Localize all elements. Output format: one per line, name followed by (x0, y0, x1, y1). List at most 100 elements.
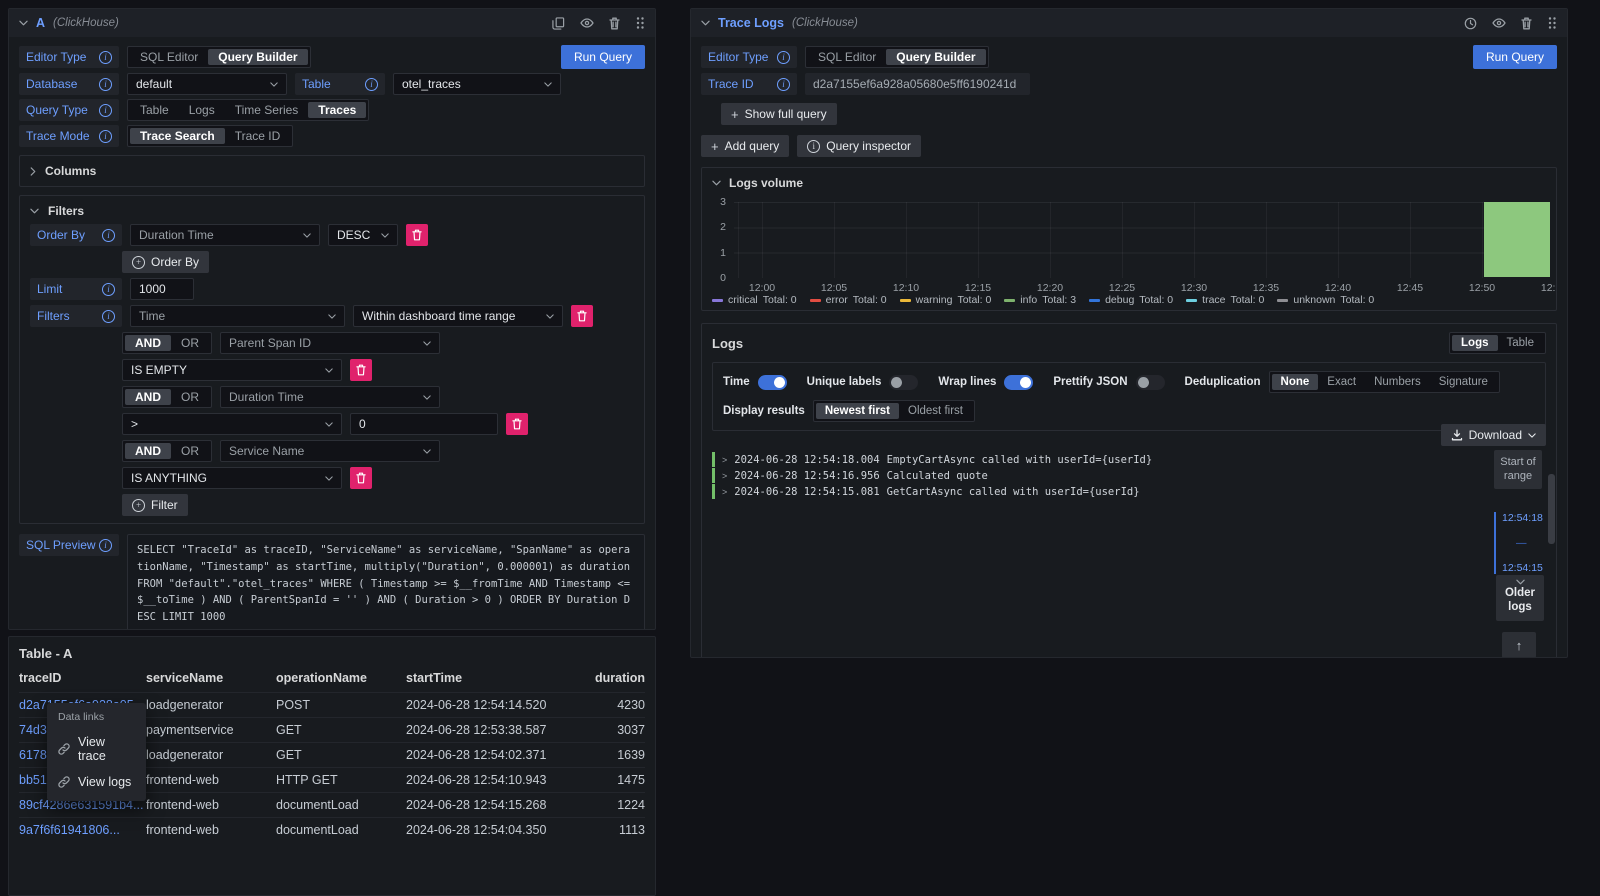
filter-time-field-select[interactable]: Time (130, 305, 345, 327)
filter-field-select[interactable]: Parent Span ID (220, 332, 440, 354)
filters-section-header[interactable]: Filters (30, 203, 634, 219)
remove-filter-button[interactable] (506, 413, 528, 435)
run-query-button[interactable]: Run Query (1473, 45, 1557, 69)
and-option[interactable]: AND (125, 443, 171, 459)
query-type-timeseries[interactable]: Time Series (225, 102, 309, 118)
logs-scrollbar-thumb[interactable] (1548, 474, 1555, 544)
toggle-switch[interactable] (758, 375, 787, 390)
columns-section-header[interactable]: Columns (30, 163, 634, 179)
info-icon[interactable]: i (365, 78, 378, 91)
order-by-direction-select[interactable]: DESC (328, 224, 398, 246)
chevron-down-icon[interactable] (701, 20, 710, 26)
view-logs-menu-item[interactable]: View logs (47, 769, 146, 795)
or-option[interactable]: OR (171, 335, 209, 351)
info-icon[interactable]: i (102, 310, 115, 323)
filter-value-input[interactable]: 0 (350, 413, 498, 435)
info-icon[interactable]: i (99, 51, 112, 64)
toggle-switch[interactable] (1136, 375, 1165, 390)
table-select[interactable]: otel_traces (393, 73, 561, 95)
legend-item-info[interactable]: infoTotal: 3 (1004, 294, 1076, 306)
remove-filter-button[interactable] (350, 467, 372, 489)
view-trace-menu-item[interactable]: View trace (47, 729, 146, 769)
log-line[interactable]: >2024-06-28 12:54:15.081GetCartAsync cal… (712, 484, 1460, 499)
eye-icon[interactable] (1492, 18, 1506, 28)
remove-filter-button[interactable] (571, 305, 593, 327)
trash-icon[interactable] (609, 17, 620, 30)
older-logs-button[interactable]: Older logs (1496, 575, 1544, 621)
toggle-switch[interactable] (1004, 375, 1033, 390)
info-icon[interactable]: i (102, 229, 115, 242)
info-icon[interactable]: i (99, 104, 112, 117)
order-by-column-select[interactable]: Duration Time (130, 224, 320, 246)
query-inspector-button[interactable]: iQuery inspector (797, 135, 921, 157)
trace-search-option[interactable]: Trace Search (130, 128, 225, 144)
unique-labels-toggle[interactable]: Unique labels (807, 375, 919, 390)
info-icon[interactable]: i (99, 130, 112, 143)
database-select[interactable]: default (127, 73, 287, 95)
expand-chevron-icon[interactable]: > (722, 487, 727, 497)
sql-editor-option[interactable]: SQL Editor (808, 49, 886, 65)
legend-item-debug[interactable]: debugTotal: 0 (1089, 294, 1173, 306)
newest-first-option[interactable]: Newest first (816, 403, 899, 419)
add-filter-button[interactable]: +Filter (122, 494, 188, 516)
dedup-none-option[interactable]: None (1272, 374, 1319, 390)
drag-handle-icon[interactable] (1547, 16, 1557, 30)
filter-field-select[interactable]: Service Name (220, 440, 440, 462)
add-order-by-button[interactable]: +Order By (122, 251, 209, 273)
legend-item-warning[interactable]: warningTotal: 0 (900, 294, 992, 306)
trace-link[interactable]: 9a7f6f61941806... (19, 817, 146, 842)
remove-filter-button[interactable] (350, 359, 372, 381)
copy-icon[interactable] (552, 17, 565, 30)
info-logs-bar[interactable] (1484, 202, 1550, 277)
and-option[interactable]: AND (125, 335, 171, 351)
panel-title[interactable]: A (36, 16, 45, 30)
clock-icon[interactable] (1464, 17, 1477, 30)
show-full-query-button[interactable]: +Show full query (721, 103, 837, 125)
trace-id-input[interactable]: d2a7155ef6a928a05680e5ff6190241d (805, 73, 1030, 95)
trash-icon[interactable] (1521, 17, 1532, 30)
limit-input[interactable]: 1000 (130, 278, 194, 300)
log-line[interactable]: >2024-06-28 12:54:16.956Calculated quote (712, 468, 1460, 483)
filter-operator-select[interactable]: IS ANYTHING (122, 467, 342, 489)
dedup-numbers-option[interactable]: Numbers (1365, 374, 1430, 390)
wrap-lines-toggle[interactable]: Wrap lines (938, 375, 1033, 390)
remove-order-by-button[interactable] (406, 224, 428, 246)
or-option[interactable]: OR (171, 389, 209, 405)
chevron-down-icon[interactable] (19, 20, 28, 26)
legend-item-error[interactable]: errorTotal: 0 (810, 294, 887, 306)
time-toggle[interactable]: Time (723, 375, 787, 390)
prettify-json-toggle[interactable]: Prettify JSON (1053, 375, 1164, 390)
toggle-switch[interactable] (889, 375, 918, 390)
and-option[interactable]: AND (125, 389, 171, 405)
filter-operator-select[interactable]: > (122, 413, 342, 435)
legend-item-critical[interactable]: criticalTotal: 0 (712, 294, 797, 306)
drag-handle-icon[interactable] (635, 16, 645, 30)
info-icon[interactable]: i (99, 539, 112, 552)
log-line[interactable]: >2024-06-28 12:54:18.004EmptyCartAsync c… (712, 452, 1460, 467)
dedup-exact-option[interactable]: Exact (1318, 374, 1365, 390)
info-icon[interactable]: i (777, 78, 790, 91)
expand-chevron-icon[interactable]: > (722, 455, 727, 465)
dedup-signature-option[interactable]: Signature (1430, 374, 1497, 390)
query-builder-option[interactable]: Query Builder (886, 49, 985, 65)
query-type-table[interactable]: Table (130, 102, 179, 118)
add-query-button[interactable]: +Add query (701, 135, 789, 157)
trace-id-option[interactable]: Trace ID (225, 128, 291, 144)
expand-chevron-icon[interactable]: > (722, 471, 727, 481)
query-builder-option[interactable]: Query Builder (208, 49, 307, 65)
info-icon[interactable]: i (102, 283, 115, 296)
run-query-button[interactable]: Run Query (561, 45, 645, 69)
info-icon[interactable]: i (99, 78, 112, 91)
oldest-first-option[interactable]: Oldest first (899, 403, 972, 419)
panel-title[interactable]: Trace Logs (718, 16, 784, 30)
query-type-traces[interactable]: Traces (308, 102, 366, 118)
or-option[interactable]: OR (171, 443, 209, 459)
view-table-option[interactable]: Table (1498, 335, 1544, 351)
logs-volume-header[interactable]: Logs volume (712, 176, 803, 190)
download-button[interactable]: Download (1441, 424, 1546, 446)
view-logs-option[interactable]: Logs (1452, 335, 1497, 351)
sql-editor-option[interactable]: SQL Editor (130, 49, 208, 65)
eye-icon[interactable] (580, 18, 594, 28)
filter-time-range-select[interactable]: Within dashboard time range (353, 305, 563, 327)
legend-item-trace[interactable]: traceTotal: 0 (1186, 294, 1264, 306)
